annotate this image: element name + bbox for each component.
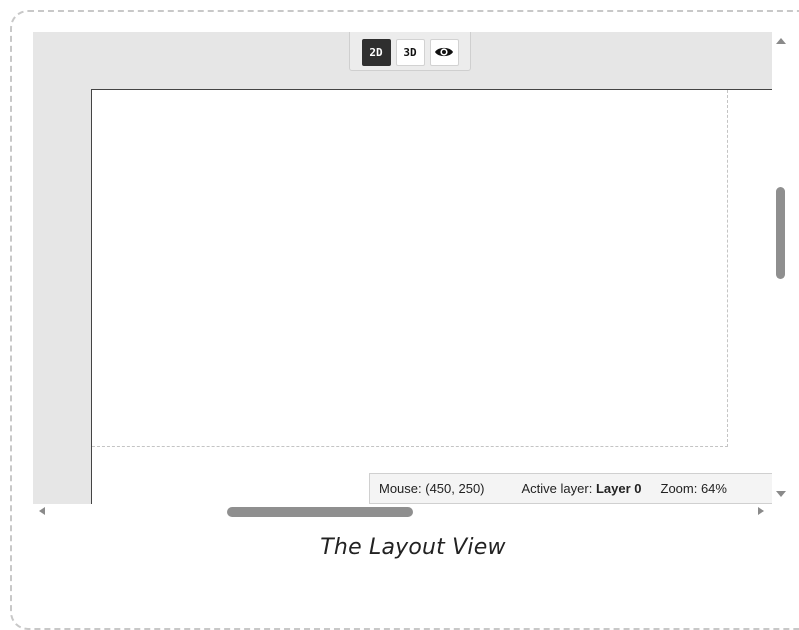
scroll-right-arrow-icon[interactable]	[758, 507, 764, 515]
zoom-level: Zoom: 64%	[660, 481, 727, 496]
horizontal-scroll-thumb[interactable]	[227, 507, 413, 517]
vertical-scroll-thumb[interactable]	[776, 187, 785, 279]
horizontal-scrollbar[interactable]	[33, 504, 772, 520]
eye-icon	[435, 47, 453, 57]
status-bar: Mouse: (450, 250) Active layer: Layer 0 …	[369, 473, 772, 504]
view-mode-toolbar: 2D 3D	[349, 32, 471, 71]
active-layer: Active layer: Layer 0	[522, 481, 642, 496]
figure-caption: The Layout View	[320, 535, 506, 560]
active-layer-label: Active layer:	[521, 481, 593, 496]
scroll-left-arrow-icon[interactable]	[39, 507, 45, 515]
view-2d-button[interactable]: 2D	[361, 38, 391, 66]
vertical-scrollbar[interactable]	[772, 32, 790, 504]
active-layer-name: Layer 0	[595, 481, 642, 496]
scroll-down-arrow-icon[interactable]	[776, 491, 786, 497]
view-3d-button[interactable]: 3D	[395, 38, 425, 66]
preview-button[interactable]	[429, 38, 459, 66]
mouse-position: Mouse: (450, 250)	[379, 481, 485, 496]
page-boundary	[92, 90, 728, 447]
scroll-up-arrow-icon[interactable]	[776, 38, 786, 44]
layout-canvas[interactable]	[91, 89, 772, 504]
layout-viewport[interactable]: 2D 3D Mouse: (450, 250) Active layer: La…	[33, 32, 772, 504]
